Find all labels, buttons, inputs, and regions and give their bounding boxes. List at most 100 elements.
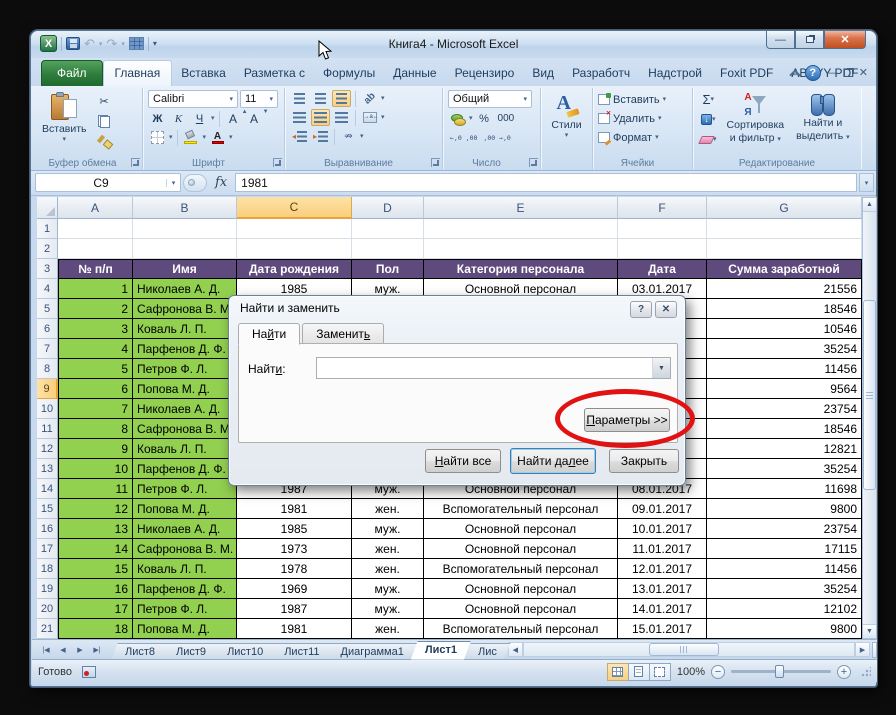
cell-A4[interactable]: 1 xyxy=(58,279,133,299)
sheet-tab-Лист11[interactable]: Лист11 xyxy=(270,643,333,660)
ribbon-tab-Формулы[interactable]: Формулы xyxy=(314,61,384,86)
cell-G20[interactable]: 12102 xyxy=(707,599,862,619)
font-size-combo[interactable]: 11▾ xyxy=(240,90,278,108)
cell-D15[interactable]: жен. xyxy=(352,499,424,519)
normal-view-button[interactable] xyxy=(607,663,629,681)
font-dialog-launcher[interactable] xyxy=(273,158,282,167)
macro-record-icon[interactable] xyxy=(82,666,96,678)
restore-button[interactable] xyxy=(795,31,824,49)
row-header-11[interactable]: 11 xyxy=(37,419,58,439)
cell-E15[interactable]: Вспомогательный персонал xyxy=(424,499,618,519)
column-header-G[interactable]: G xyxy=(707,197,862,219)
minimize-button[interactable]: — xyxy=(766,31,795,49)
cell-D2[interactable] xyxy=(352,239,424,259)
find-what-combobox[interactable]: ▼ xyxy=(316,357,671,379)
cell-D17[interactable]: жен. xyxy=(352,539,424,559)
row-header-7[interactable]: 7 xyxy=(37,339,58,359)
cell-D3[interactable]: Пол xyxy=(352,259,424,279)
expand-formula-bar-icon[interactable]: ▾ xyxy=(859,173,874,192)
comma-style-button[interactable]: 000 xyxy=(496,110,517,127)
row-header-19[interactable]: 19 xyxy=(37,579,58,599)
accounting-format-button[interactable] xyxy=(448,110,467,127)
sheet-tab-Лист9[interactable]: Лист9 xyxy=(162,643,220,660)
italic-button[interactable]: К xyxy=(169,110,188,127)
cell-F15[interactable]: 09.01.2017 xyxy=(618,499,707,519)
cell-A18[interactable]: 15 xyxy=(58,559,133,579)
cell-B2[interactable] xyxy=(133,239,237,259)
row-header-2[interactable]: 2 xyxy=(37,239,58,259)
cell-B1[interactable] xyxy=(133,219,237,239)
formula-input[interactable]: 1981 xyxy=(235,173,857,192)
delete-cells-button[interactable]: Удалить▾ xyxy=(598,109,687,128)
cell-G15[interactable]: 9800 xyxy=(707,499,862,519)
cell-G9[interactable]: 9564 xyxy=(707,379,862,399)
cell-A9[interactable]: 6 xyxy=(58,379,133,399)
number-format-combo[interactable]: Общий▾ xyxy=(448,90,532,108)
page-layout-view-button[interactable] xyxy=(628,663,650,681)
cell-G5[interactable]: 18546 xyxy=(707,299,862,319)
cell-F2[interactable] xyxy=(618,239,707,259)
row-header-13[interactable]: 13 xyxy=(37,459,58,479)
zoom-out-icon[interactable]: − xyxy=(711,665,725,679)
cell-G10[interactable]: 23754 xyxy=(707,399,862,419)
percent-style-button[interactable]: % xyxy=(475,110,494,127)
borders-button[interactable] xyxy=(148,129,167,146)
cell-C18[interactable]: 1978 xyxy=(237,559,352,579)
column-header-B[interactable]: B xyxy=(133,197,237,219)
cell-B21[interactable]: Попова М. Д. xyxy=(133,619,237,639)
ribbon-tab-Главная[interactable]: Главная xyxy=(103,60,173,87)
cell-B12[interactable]: Коваль Л. П. xyxy=(133,439,237,459)
decrease-indent-button[interactable] xyxy=(290,128,309,145)
cell-G11[interactable]: 18546 xyxy=(707,419,862,439)
cell-E2[interactable] xyxy=(424,239,618,259)
find-next-button[interactable]: Найти далее xyxy=(510,448,596,474)
format-cells-button[interactable]: Формат▾ xyxy=(598,128,687,147)
horizontal-scrollbar[interactable]: ◀ ▶ xyxy=(508,642,877,658)
cell-A8[interactable]: 5 xyxy=(58,359,133,379)
horizontal-scroll-thumb[interactable] xyxy=(649,643,719,656)
paste-button[interactable]: Вставить▾ xyxy=(38,90,91,150)
cell-B18[interactable]: Коваль Л. П. xyxy=(133,559,237,579)
scroll-down-icon[interactable]: ▼ xyxy=(863,624,876,638)
zoom-in-icon[interactable]: + xyxy=(837,665,851,679)
tab-file[interactable]: Файл xyxy=(41,60,103,86)
prev-sheet-icon[interactable]: ◀ xyxy=(55,642,71,657)
cell-G2[interactable] xyxy=(707,239,862,259)
cell-E20[interactable]: Основной персонал xyxy=(424,599,618,619)
collapse-ribbon-icon[interactable] xyxy=(789,69,800,80)
vertical-scrollbar[interactable]: ▲ ▼ xyxy=(862,197,877,639)
name-box[interactable]: C9 ▾ xyxy=(35,173,181,192)
cell-G6[interactable]: 10546 xyxy=(707,319,862,339)
find-input[interactable] xyxy=(317,358,652,378)
wrap-text-button[interactable]: ⇏ xyxy=(339,128,358,145)
cell-A10[interactable]: 7 xyxy=(58,399,133,419)
cell-D18[interactable]: жен. xyxy=(352,559,424,579)
cell-B5[interactable]: Сафронова В. М. xyxy=(133,299,237,319)
cell-B16[interactable]: Николаев А. Д. xyxy=(133,519,237,539)
underline-button[interactable]: Ч xyxy=(190,110,209,127)
cell-C17[interactable]: 1973 xyxy=(237,539,352,559)
row-header-14[interactable]: 14 xyxy=(37,479,58,499)
cell-G4[interactable]: 21556 xyxy=(707,279,862,299)
orientation-button[interactable]: ab xyxy=(360,90,379,107)
cell-E3[interactable]: Категория персонала xyxy=(424,259,618,279)
merge-center-button[interactable] xyxy=(360,109,379,126)
first-sheet-icon[interactable]: |◀ xyxy=(38,642,54,657)
ribbon-tab-Foxit PDF[interactable]: Foxit PDF xyxy=(711,61,782,86)
sheet-tab-Лист10[interactable]: Лист10 xyxy=(213,643,277,660)
cell-B19[interactable]: Парфенов Д. Ф. xyxy=(133,579,237,599)
cell-E1[interactable] xyxy=(424,219,618,239)
decrease-decimal-button[interactable]: ,00 →,0 xyxy=(481,129,512,146)
cell-B20[interactable]: Петров Ф. Л. xyxy=(133,599,237,619)
row-header-9[interactable]: 9 xyxy=(37,379,58,399)
cell-D1[interactable] xyxy=(352,219,424,239)
insert-function-icon[interactable]: fx xyxy=(209,175,233,190)
align-right-button[interactable] xyxy=(332,109,351,126)
find-all-button[interactable]: Найти все xyxy=(425,449,501,473)
fill-color-button[interactable] xyxy=(182,129,201,146)
shrink-font-button[interactable]: А▼ xyxy=(245,110,264,127)
cell-G12[interactable]: 12821 xyxy=(707,439,862,459)
row-header-17[interactable]: 17 xyxy=(37,539,58,559)
column-header-D[interactable]: D xyxy=(352,197,424,219)
cell-C19[interactable]: 1969 xyxy=(237,579,352,599)
